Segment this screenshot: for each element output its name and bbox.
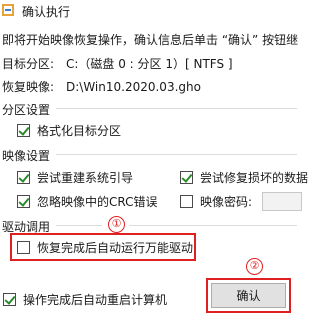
image-password-check-icon[interactable] bbox=[180, 195, 193, 208]
ignore-crc-label: 忽略映像中的CRC错误 bbox=[37, 195, 158, 209]
image-password-label: 映像密码: bbox=[200, 195, 253, 209]
restore-image-value: D:\Win10.2020.03.gho bbox=[66, 80, 201, 94]
ignore-crc-check-icon[interactable] bbox=[17, 195, 30, 208]
auto-driver-checkbox[interactable]: 恢复完成后自动运行万能驱动 bbox=[17, 239, 193, 256]
driver-divider-left bbox=[56, 225, 102, 226]
auto-driver-label: 恢复完成后自动运行万能驱动 bbox=[37, 241, 194, 255]
annotation-marker-1: ① bbox=[108, 216, 125, 233]
auto-driver-check-icon[interactable] bbox=[17, 241, 30, 254]
repair-damaged-checkbox[interactable]: 尝试修复损坏的数据 bbox=[180, 169, 308, 186]
target-partition-value: C:（磁盘 0 : 分区 1）[ NTFS ] bbox=[66, 57, 233, 71]
driver-divider-right bbox=[129, 225, 297, 226]
annotation-frame-confirm: 确认 bbox=[206, 278, 291, 313]
rebuild-boot-checkbox[interactable]: 尝试重建系统引导 bbox=[17, 169, 133, 186]
annotation-marker-2: ② bbox=[246, 258, 263, 275]
app-icon bbox=[2, 4, 14, 16]
repair-damaged-check-icon[interactable] bbox=[180, 171, 193, 184]
image-password-checkbox[interactable]: 映像密码: bbox=[180, 193, 252, 210]
rebuild-boot-check-icon[interactable] bbox=[17, 171, 30, 184]
partition-settings-divider bbox=[56, 108, 297, 109]
image-password-input[interactable] bbox=[262, 192, 302, 211]
title-bar: 确认执行 bbox=[0, 0, 297, 22]
window-title: 确认执行 bbox=[22, 5, 71, 19]
repair-damaged-label: 尝试修复损坏的数据 bbox=[200, 171, 309, 185]
format-partition-label: 格式化目标分区 bbox=[37, 124, 122, 138]
confirm-button[interactable]: 确认 bbox=[211, 283, 286, 308]
target-partition-row: 目标分区: C:（磁盘 0 : 分区 1）[ NTFS ] bbox=[2, 55, 233, 72]
auto-restart-check-icon[interactable] bbox=[3, 293, 16, 306]
auto-restart-checkbox[interactable]: 操作完成后自动重启计算机 bbox=[3, 291, 167, 308]
description-text: 即将开始映像恢复操作，确认信息后单击 “确认” 按钮继 bbox=[2, 33, 299, 47]
target-partition-label: 目标分区: bbox=[2, 57, 55, 71]
image-settings-divider bbox=[56, 154, 297, 155]
auto-restart-label: 操作完成后自动重启计算机 bbox=[23, 293, 168, 307]
format-partition-checkbox[interactable]: 格式化目标分区 bbox=[17, 122, 121, 139]
restore-image-row: 恢复映像: D:\Win10.2020.03.gho bbox=[2, 78, 201, 95]
ignore-crc-checkbox[interactable]: 忽略映像中的CRC错误 bbox=[17, 193, 158, 210]
rebuild-boot-label: 尝试重建系统引导 bbox=[37, 171, 134, 185]
partition-settings-header: 分区设置 bbox=[2, 103, 51, 117]
restore-image-label: 恢复映像: bbox=[2, 80, 55, 94]
format-partition-check-icon[interactable] bbox=[17, 124, 30, 137]
image-settings-header: 映像设置 bbox=[2, 149, 51, 163]
